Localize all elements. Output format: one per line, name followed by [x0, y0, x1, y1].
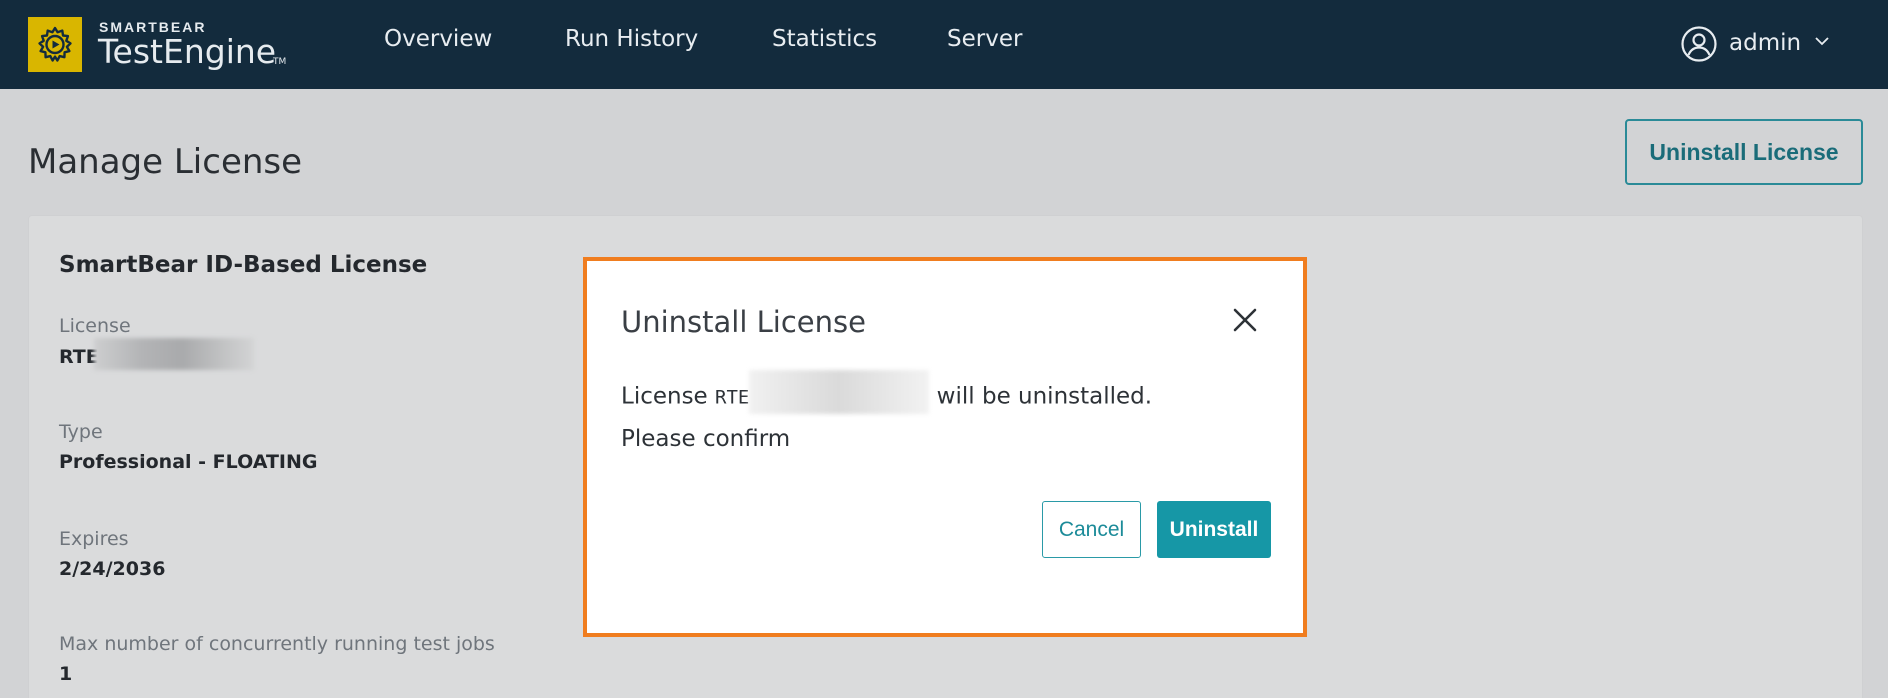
dialog-message-prefix: License [621, 383, 708, 410]
max-jobs-value: 1 [59, 663, 73, 685]
max-jobs-label: Max number of concurrently running test … [59, 633, 495, 655]
nav-server[interactable]: Server [947, 24, 1022, 54]
dialog-confirm-text: Please confirm [621, 426, 791, 452]
type-label: Type [59, 421, 103, 443]
expires-value: 2/24/2036 [59, 558, 166, 580]
user-name: admin [1729, 30, 1802, 56]
brand-product-name: TestEngine [98, 32, 277, 71]
chevron-down-icon [1815, 37, 1829, 46]
uninstall-license-dialog: Uninstall License License RTE will be un… [583, 257, 1307, 637]
license-label: License [59, 315, 131, 337]
redacted-license-key [94, 338, 254, 370]
uninstall-license-button[interactable]: Uninstall License [1625, 119, 1863, 185]
testengine-logo-icon[interactable] [28, 17, 82, 72]
dialog-message: License RTE will be uninstalled. [621, 370, 1153, 414]
confirm-uninstall-button[interactable]: Uninstall [1157, 501, 1271, 558]
close-icon[interactable] [1230, 305, 1260, 335]
type-value: Professional - FLOATING [59, 451, 318, 473]
page-title: Manage License [28, 142, 303, 182]
dialog-license-code: RTE [715, 386, 750, 409]
dialog-message-suffix: will be uninstalled. [936, 383, 1153, 410]
dialog-title: Uninstall License [621, 305, 866, 339]
brand-trademark: TM [273, 57, 287, 67]
top-navbar: SMARTBEAR TestEngine TM Overview Run His… [0, 0, 1888, 89]
redacted-license-key [749, 370, 930, 414]
user-circle-icon [1681, 26, 1717, 62]
expires-label: Expires [59, 528, 129, 550]
nav-overview[interactable]: Overview [384, 24, 492, 54]
cancel-button[interactable]: Cancel [1042, 501, 1141, 558]
nav-statistics[interactable]: Statistics [772, 24, 877, 54]
license-card-title: SmartBear ID-Based License [59, 252, 428, 278]
license-value: RTE [59, 346, 99, 368]
nav-run-history[interactable]: Run History [565, 24, 698, 54]
